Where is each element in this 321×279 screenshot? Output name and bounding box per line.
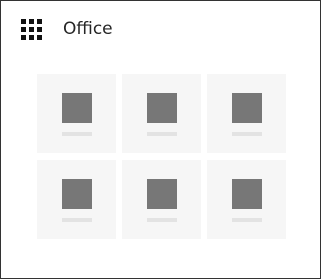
waffle-dot: [21, 27, 26, 32]
app-label-placeholder: [62, 218, 92, 222]
app-placeholder-icon: [232, 93, 262, 123]
app-placeholder-icon: [147, 179, 177, 209]
app-tile-grid: [37, 74, 286, 239]
waffle-dot: [21, 19, 26, 24]
app-tile[interactable]: [37, 74, 116, 153]
waffle-dot: [21, 35, 26, 40]
waffle-dot: [37, 27, 42, 32]
office-title[interactable]: Office: [63, 18, 113, 40]
app-placeholder-icon: [62, 179, 92, 209]
app-label-placeholder: [232, 132, 262, 136]
waffle-icon[interactable]: [21, 19, 42, 40]
app-label-placeholder: [147, 132, 177, 136]
app-tile[interactable]: [207, 74, 286, 153]
app-tile[interactable]: [37, 160, 116, 239]
launcher-header: Office: [1, 1, 320, 59]
app-label-placeholder: [232, 218, 262, 222]
waffle-dot: [37, 19, 42, 24]
app-tile[interactable]: [207, 160, 286, 239]
app-placeholder-icon: [147, 93, 177, 123]
waffle-dot: [29, 19, 34, 24]
app-label-placeholder: [62, 132, 92, 136]
app-launcher-panel: Office: [0, 0, 321, 279]
app-tile[interactable]: [122, 160, 201, 239]
app-placeholder-icon: [232, 179, 262, 209]
waffle-dot: [29, 35, 34, 40]
app-tile[interactable]: [122, 74, 201, 153]
app-label-placeholder: [147, 218, 177, 222]
waffle-dot: [29, 27, 34, 32]
app-placeholder-icon: [62, 93, 92, 123]
waffle-dot: [37, 35, 42, 40]
